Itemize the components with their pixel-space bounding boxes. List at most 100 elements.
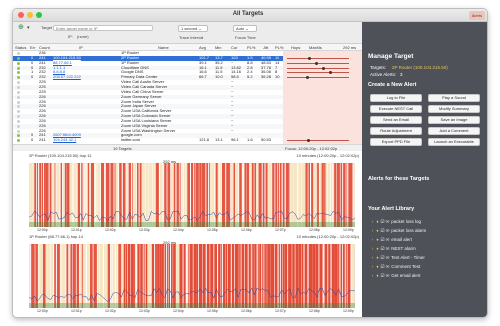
toolbar: ⊕ ▾ Target IP: (none) 1 second ⌄ Auto ⌄ … <box>13 22 362 44</box>
route-adjustment-button[interactable]: Route Adjustment <box>370 127 422 135</box>
library-item[interactable]: › ♦ ☑✉ Comment Test <box>370 263 420 270</box>
ip-value: (none) <box>77 34 89 39</box>
execute-nest-call-button[interactable]: Execute NEST Call <box>370 105 422 113</box>
status-indicator <box>17 71 20 75</box>
target-input[interactable] <box>53 25 153 31</box>
manage-target-title: Manage Target <box>368 53 414 60</box>
status-indicator <box>17 90 20 94</box>
library-item[interactable]: › ♦ ☑✉ Get email alert <box>370 272 421 279</box>
status-indicator <box>17 110 20 114</box>
status-indicator <box>17 95 20 99</box>
pl-cell: 1.6 <box>247 138 253 143</box>
plus-icon[interactable]: ⊕ <box>18 24 24 32</box>
col-err[interactable]: Err <box>30 45 35 50</box>
graph-title: 1P Router (88.77.66.1) hop 14 <box>29 234 83 239</box>
app-window: All Targets Alerts ⊕ ▾ Target IP: (none)… <box>12 8 488 318</box>
status-indicator <box>17 76 20 80</box>
graph-range: 10 minutes (12:00:20p - 12:02:02p) <box>296 153 360 158</box>
minimize-window-button[interactable] <box>27 12 33 18</box>
status-indicator <box>17 139 20 143</box>
row-latency-marker <box>306 76 309 80</box>
focus-time-label: Focus Time <box>235 35 256 40</box>
count-cell: 241 <box>39 138 46 143</box>
add-a-comment-button[interactable]: Add a Comment <box>428 127 480 135</box>
col-count[interactable]: Count <box>39 45 50 50</box>
time-tick-label: 12:09p <box>343 228 354 232</box>
time-tick-label: 12:04p <box>173 309 184 313</box>
chevron-down-icon[interactable]: ▾ <box>27 24 30 32</box>
col-avg[interactable]: Avg <box>199 45 206 50</box>
create-alert-title: Create a New Alert <box>368 82 417 88</box>
name-cell: twitter.com <box>121 138 141 143</box>
row-latency-marker <box>322 66 325 70</box>
status-indicator <box>17 100 20 104</box>
avg-cell: 121.8 <box>199 138 210 143</box>
col-min[interactable]: Min <box>215 45 221 50</box>
library-item-label: NEST alarm <box>391 246 416 251</box>
col-name[interactable]: Name <box>158 45 169 50</box>
col-maxms[interactable]: MaxMs <box>309 45 322 50</box>
table-row[interactable]: 0 241 104.244.42.1 twitter.com 121.8 13.1 96.1… <box>13 138 283 143</box>
col-jitter-pl[interactable]: PL% <box>247 45 255 50</box>
col-ip[interactable]: IP <box>79 45 83 50</box>
alerts-toggle[interactable]: Alerts <box>468 11 485 20</box>
log-to-file-button[interactable]: Log to File <box>370 94 422 102</box>
status-indicator <box>17 61 20 65</box>
status-indicator <box>17 66 20 70</box>
time-tick-label: 12:05p <box>207 228 218 232</box>
status-indicator <box>17 105 20 109</box>
jit-cell: 50.53 <box>261 138 272 143</box>
focus-time-select[interactable]: Auto ⌄ <box>233 25 257 32</box>
graph-plot[interactable] <box>29 244 355 308</box>
envelope-icon: ✉ <box>385 264 390 269</box>
trace-interval-value: 1 second <box>181 26 198 31</box>
library-item-label: email alert <box>391 237 413 242</box>
col-jitter[interactable]: Jitt <box>263 45 268 50</box>
targets-label: Targets: <box>370 65 387 70</box>
trace-interval-select[interactable]: 1 second ⌄ <box>178 25 208 32</box>
modify-summary-button[interactable]: Modify Summary <box>428 105 480 113</box>
zoom-window-button[interactable] <box>36 12 42 18</box>
library-item[interactable]: › ♦ ☑✉ NEST alarm <box>370 245 416 252</box>
time-tick-label: 12:07p <box>275 309 286 313</box>
timeline-graphs: 2P Router (100.104.215.50) hop 11 10 min… <box>13 151 362 317</box>
err-cell: 0 <box>31 138 34 143</box>
row-latency-bar <box>287 72 349 74</box>
play-a-sound-button[interactable]: Play a Sound <box>428 94 480 102</box>
table-footer: 19 Targets Focus: 12:00:20p - 12:02:02p <box>13 144 362 151</box>
save-an-image-button[interactable]: Save an Image <box>428 116 480 124</box>
send-an-email-button[interactable]: Send an Email <box>370 116 422 124</box>
row-latency-bar <box>287 140 349 142</box>
library-item-label: packet loss alarm <box>391 228 427 233</box>
col-hops[interactable]: Hops <box>291 45 300 50</box>
cur-cell: 96.1 <box>231 138 239 143</box>
library-item[interactable]: › ♦ ☑✉ packet loss alarm <box>370 227 427 234</box>
row-latency-marker <box>307 139 310 143</box>
row-latency-bar <box>287 67 349 69</box>
row-latency-marker <box>315 61 318 65</box>
export-ppd-file-button[interactable]: Export PPD File <box>370 138 422 146</box>
ip-cell[interactable]: 104.244.42.1 <box>53 138 98 143</box>
envelope-icon: ✉ <box>385 237 390 242</box>
envelope-icon: ✉ <box>385 246 390 251</box>
target-label: Target <box>41 25 53 30</box>
close-window-button[interactable] <box>18 12 24 18</box>
library-item-label: Test Alert - Timer <box>391 255 425 260</box>
graph-plot[interactable] <box>29 163 355 227</box>
time-tick-label: 12:04p <box>173 228 184 232</box>
launch-an-executable-button[interactable]: Launch an Executable <box>428 138 480 146</box>
targets-value[interactable]: 2P Router (100.104.215.50) <box>392 65 448 70</box>
graph-title: 2P Router (100.104.215.50) hop 11 <box>29 153 92 158</box>
library-item[interactable]: › ♦ ☑✉ packet loss log <box>370 218 421 225</box>
time-tick-label: 12:08p <box>309 309 320 313</box>
col-cur[interactable]: Cur <box>231 45 237 50</box>
col-pl[interactable]: PL% <box>275 45 283 50</box>
library-item[interactable]: › ♦ ☑✉ email alert <box>370 236 412 243</box>
graph-scale: 292 ms <box>343 45 357 50</box>
col-status[interactable]: Status <box>15 45 26 50</box>
focus-time-value: Auto <box>236 26 245 31</box>
library-item[interactable]: › ♦ ☑✉ Test Alert - Timer <box>370 254 425 261</box>
envelope-icon: ✉ <box>385 228 390 233</box>
alert-library-title: Your Alert Library <box>368 206 415 212</box>
alerts-for-targets-title: Alerts for these Targets <box>368 176 430 182</box>
